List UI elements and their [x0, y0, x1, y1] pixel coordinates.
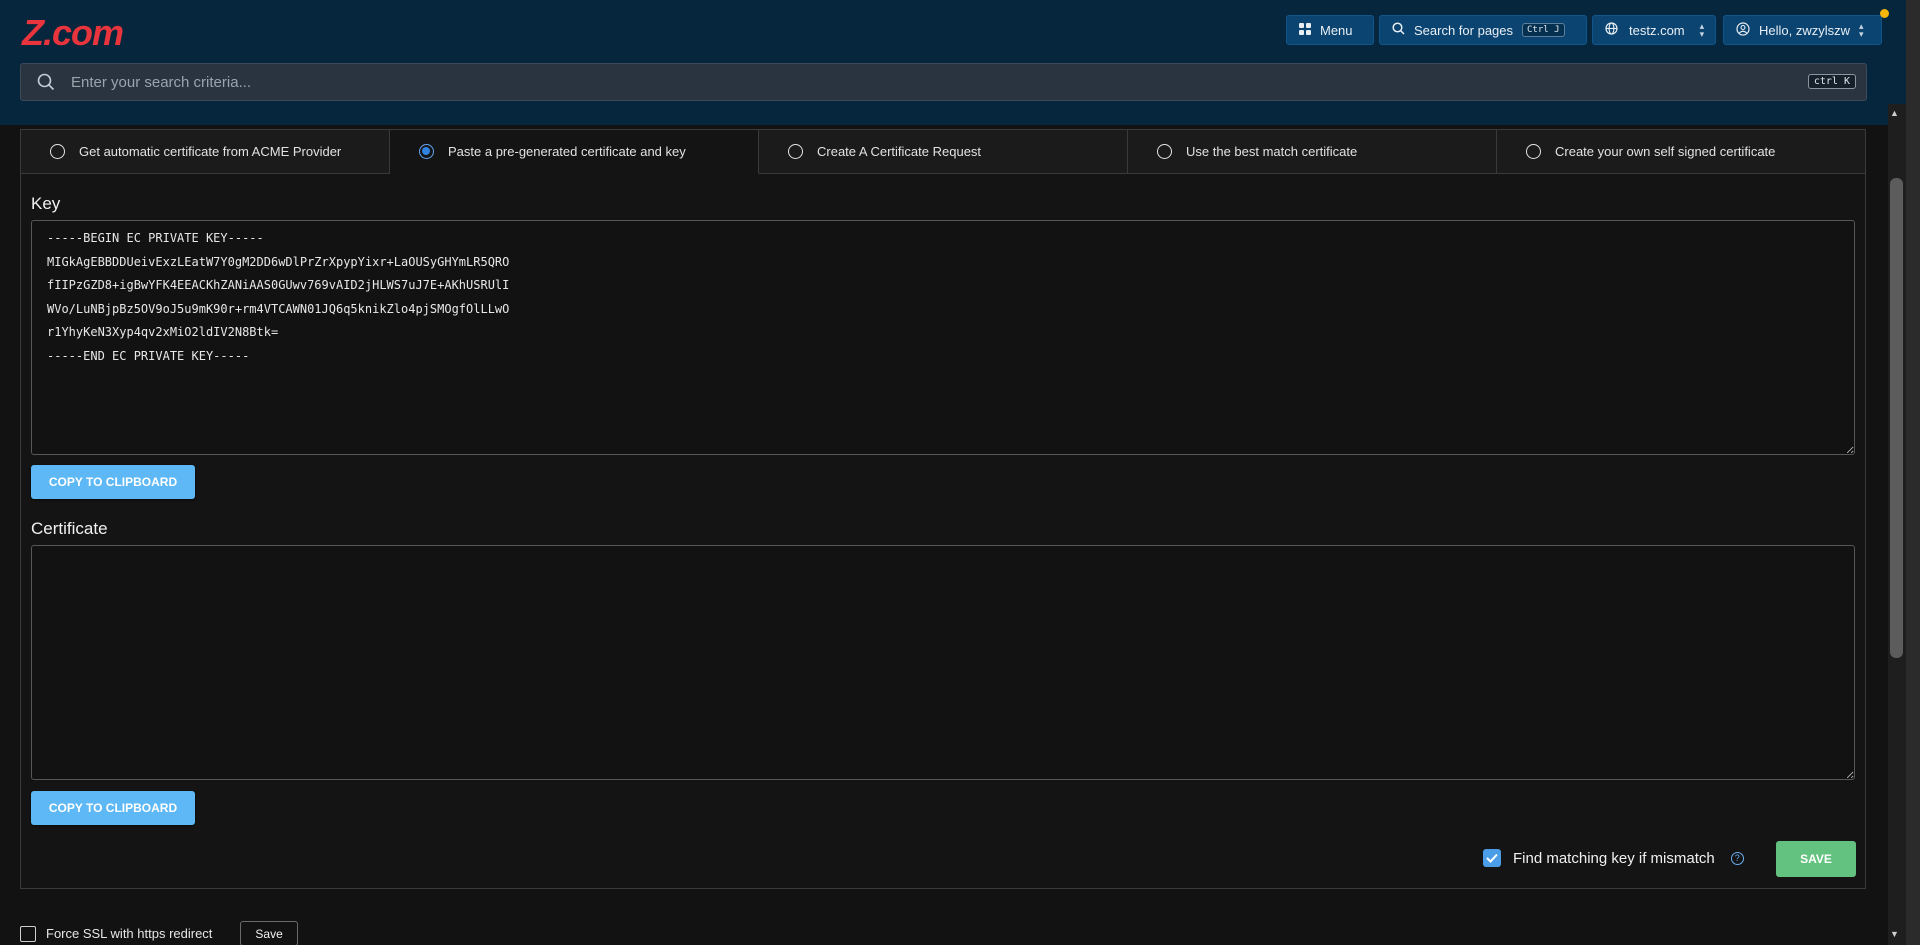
key-label: Key [31, 194, 61, 213]
radio-certificate-request[interactable] [788, 144, 803, 159]
chevron-updown-icon: ▴ ▾ [1859, 21, 1864, 39]
chevron-updown-icon: ▴ ▾ [1699, 21, 1705, 39]
radio-self-signed[interactable] [1526, 144, 1541, 159]
key-textarea[interactable]: -----BEGIN EC PRIVATE KEY----- MIGkAgEBB… [31, 220, 1855, 455]
search-icon [37, 73, 55, 96]
find-matching-checkbox[interactable] [1483, 849, 1501, 867]
radio-best-match[interactable] [1157, 144, 1172, 159]
save-button[interactable]: SAVE [1776, 841, 1856, 877]
force-ssl-row: Force SSL with https redirect Save [20, 921, 298, 945]
tab-self-signed[interactable]: Create your own self signed certificate [1497, 130, 1865, 174]
tab-acme[interactable]: Get automatic certificate from ACME Prov… [21, 130, 390, 174]
tab-best-match[interactable]: Use the best match certificate [1128, 130, 1497, 174]
tab-certificate-request-label: Create A Certificate Request [817, 144, 982, 159]
certificate-textarea[interactable] [31, 545, 1855, 780]
certificate-label: Certificate [31, 519, 108, 538]
search-pages-button[interactable]: Search for pages Ctrl J [1379, 15, 1587, 45]
tab-best-match-label: Use the best match certificate [1186, 144, 1358, 159]
tab-certificate-request[interactable]: Create A Certificate Request [759, 130, 1128, 174]
tab-paste-certificate-label: Paste a pre-generated certificate and ke… [448, 144, 686, 159]
menu-button[interactable]: Menu [1286, 15, 1374, 45]
find-matching-label: Find matching key if mismatch [1513, 849, 1715, 867]
user-greeting: Hello, zwzylszw [1759, 22, 1851, 38]
top-header: Z.com Menu Search for pages Ctrl J testz… [0, 0, 1906, 125]
global-search: ctrl K [20, 63, 1867, 101]
certificate-panel: Get automatic certificate from ACME Prov… [20, 129, 1866, 889]
search-shortcut: ctrl K [1807, 74, 1856, 89]
brand-logo[interactable]: Z.com [22, 12, 124, 54]
search-pages-shortcut: Ctrl J [1522, 23, 1565, 37]
user-icon [1736, 21, 1750, 39]
tab-self-signed-label: Create your own self signed certificate [1555, 144, 1776, 159]
user-menu-button[interactable]: Hello, zwzylszw ▴ ▾ [1723, 15, 1882, 45]
force-ssl-save-button[interactable]: Save [240, 921, 298, 945]
scroll-down-icon[interactable]: ▼ [1890, 929, 1899, 939]
copy-certificate-button[interactable]: COPY TO CLIPBOARD [31, 791, 195, 825]
page-scrollbar[interactable] [1906, 0, 1920, 945]
domain-label: testz.com [1629, 22, 1685, 38]
globe-icon [1605, 22, 1618, 38]
scroll-thumb[interactable] [1890, 178, 1903, 658]
help-icon[interactable]: ? [1730, 851, 1744, 865]
force-ssl-checkbox[interactable] [20, 925, 36, 942]
menu-label: Menu [1320, 22, 1353, 38]
tab-paste-certificate[interactable]: Paste a pre-generated certificate and ke… [390, 130, 759, 174]
find-matching-row: Find matching key if mismatch ? [1483, 849, 1744, 867]
scroll-up-icon[interactable]: ▲ [1890, 108, 1899, 118]
force-ssl-label: Force SSL with https redirect [46, 926, 213, 941]
search-icon [1392, 22, 1405, 38]
tab-acme-label: Get automatic certificate from ACME Prov… [79, 144, 342, 159]
search-input[interactable] [71, 64, 1771, 100]
grid-icon [1299, 22, 1311, 38]
certificate-mode-tabs: Get automatic certificate from ACME Prov… [21, 130, 1865, 174]
radio-paste-certificate[interactable] [419, 144, 434, 159]
radio-acme[interactable] [50, 144, 65, 159]
search-pages-label: Search for pages [1414, 22, 1514, 38]
domain-selector[interactable]: testz.com ▴ ▾ [1592, 15, 1716, 45]
notification-dot [1880, 9, 1889, 18]
copy-key-button[interactable]: COPY TO CLIPBOARD [31, 465, 195, 499]
